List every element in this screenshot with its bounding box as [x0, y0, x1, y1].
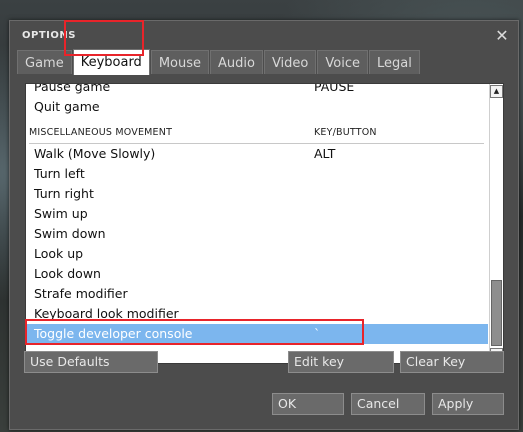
- action-label: Look up: [34, 246, 84, 261]
- list-item[interactable]: Turn left: [26, 164, 488, 184]
- list-item[interactable]: Pause game PAUSE: [26, 83, 488, 97]
- use-defaults-button[interactable]: Use Defaults: [24, 351, 158, 373]
- column-header-key: KEY/BUTTON: [314, 127, 377, 138]
- list-item[interactable]: Walk (Move Slowly) ALT: [26, 144, 488, 164]
- list-item[interactable]: Quit game: [26, 97, 488, 117]
- key-label: ALT: [314, 146, 336, 161]
- action-label: Quit game: [34, 99, 100, 114]
- action-label: Swim up: [34, 206, 88, 221]
- tab-video[interactable]: Video: [263, 50, 317, 74]
- list-item[interactable]: Swim down: [26, 224, 488, 244]
- action-label: Toggle developer console: [34, 326, 193, 341]
- action-label: Swim down: [34, 226, 106, 241]
- action-label: Walk (Move Slowly): [34, 146, 156, 161]
- dialog-title: OPTIONS: [22, 30, 76, 41]
- action-label: Strafe modifier: [34, 286, 128, 301]
- cancel-button[interactable]: Cancel: [351, 393, 425, 415]
- list-item[interactable]: Swim up: [26, 204, 488, 224]
- edit-key-button[interactable]: Edit key: [288, 351, 394, 373]
- tab-bar: Game Keyboard Mouse Audio Video Voice Le…: [17, 49, 421, 75]
- list-item[interactable]: Look down: [26, 264, 488, 284]
- clear-key-button[interactable]: Clear Key: [400, 351, 504, 373]
- key-binding-list-panel: Pause game PAUSE Quit game MISCELLANEOUS…: [25, 83, 504, 364]
- tab-mouse[interactable]: Mouse: [150, 50, 209, 74]
- vertical-scrollbar[interactable]: ▲ ▼: [489, 84, 503, 363]
- tab-voice[interactable]: Voice: [317, 50, 368, 74]
- scrollbar-thumb[interactable]: [491, 280, 502, 346]
- action-label: Pause game: [34, 83, 111, 94]
- section-header: MISCELLANEOUS MOVEMENT KEY/BUTTON: [26, 123, 488, 143]
- options-dialog: OPTIONS ✕ Game Keyboard Mouse Audio Vide…: [9, 20, 519, 430]
- list-item[interactable]: Look up: [26, 244, 488, 264]
- list-item[interactable]: Turn right: [26, 184, 488, 204]
- list-item[interactable]: Keyboard look modifier: [26, 304, 488, 324]
- list-item-selected[interactable]: Toggle developer console `: [26, 324, 488, 344]
- action-label: Look down: [34, 266, 101, 281]
- ok-button[interactable]: OK: [272, 393, 344, 415]
- key-label: `: [314, 326, 321, 341]
- list-item[interactable]: Strafe modifier: [26, 284, 488, 304]
- scroll-up-arrow-icon[interactable]: ▲: [490, 85, 503, 98]
- tab-audio[interactable]: Audio: [210, 50, 263, 74]
- action-label: Turn right: [34, 186, 94, 201]
- action-label: Keyboard look modifier: [34, 306, 179, 321]
- key-binding-list[interactable]: Pause game PAUSE Quit game MISCELLANEOUS…: [26, 84, 488, 363]
- key-label: PAUSE: [314, 83, 355, 94]
- tab-keyboard[interactable]: Keyboard: [72, 49, 150, 75]
- apply-button[interactable]: Apply: [432, 393, 504, 415]
- action-label: Turn left: [34, 166, 85, 181]
- tab-legal[interactable]: Legal: [369, 50, 420, 74]
- tab-game[interactable]: Game: [17, 50, 72, 74]
- close-icon[interactable]: ✕: [493, 27, 511, 45]
- column-header-action: MISCELLANEOUS MOVEMENT: [29, 127, 173, 138]
